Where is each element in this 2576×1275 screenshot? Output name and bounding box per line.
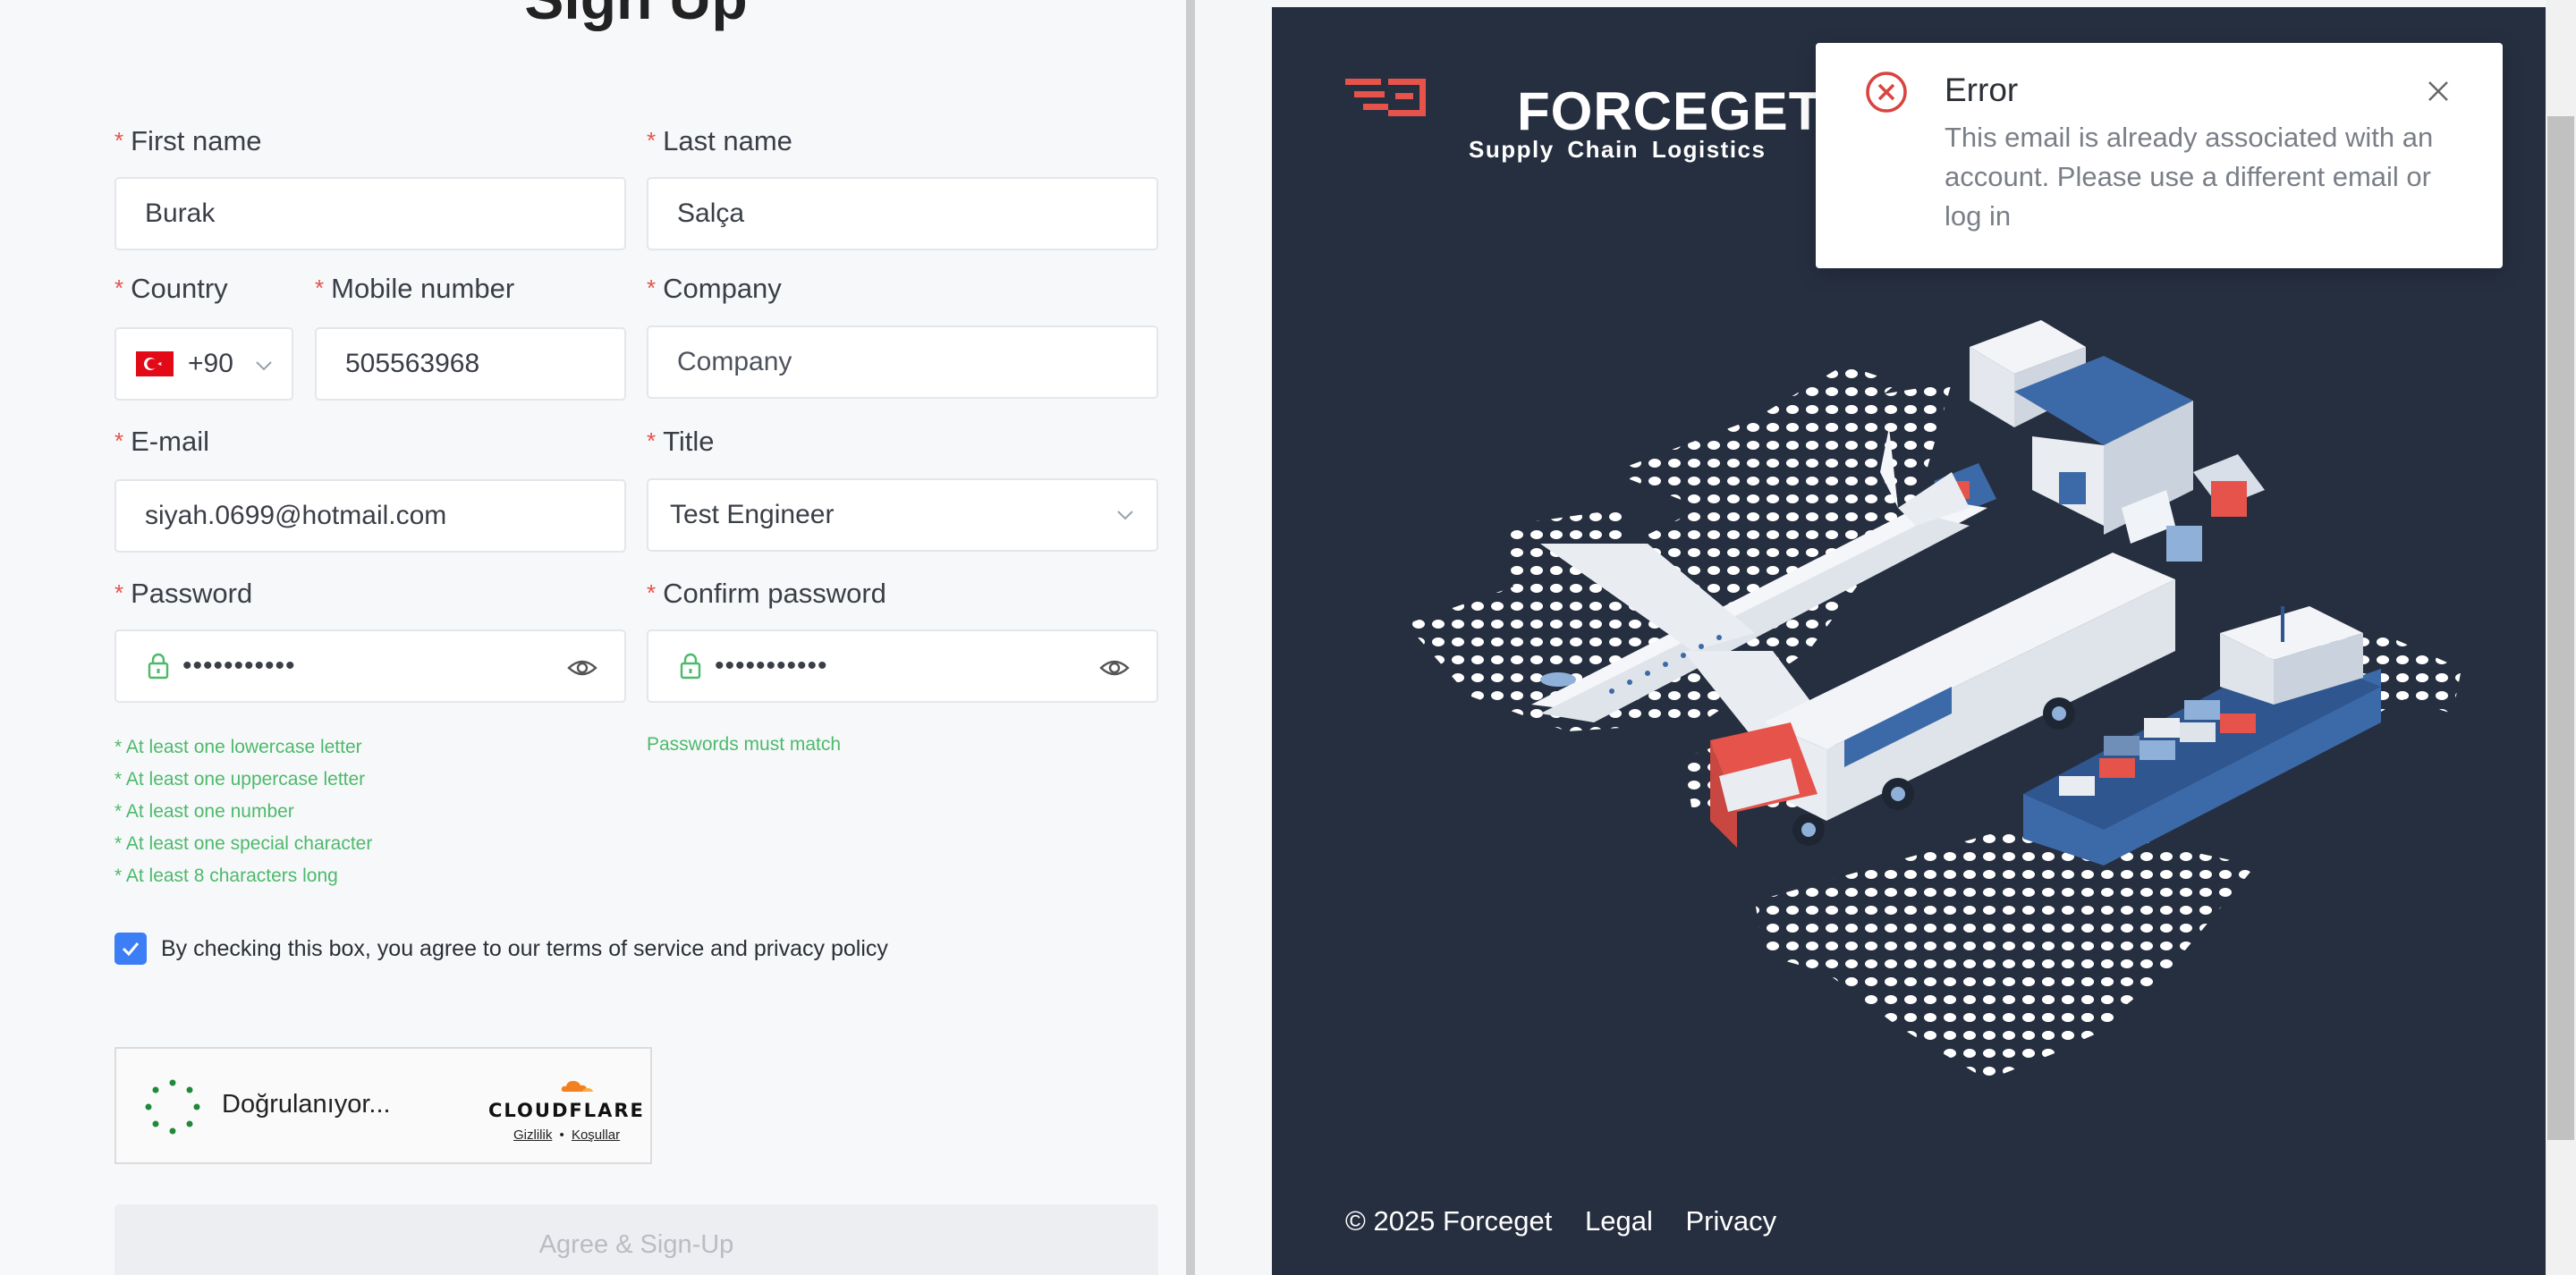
footer-privacy-link[interactable]: Privacy <box>1685 1205 1776 1237</box>
password-hint: * At least one number <box>114 801 294 822</box>
close-icon[interactable] <box>2426 79 2451 104</box>
turkey-flag-icon <box>136 351 174 376</box>
terms-checkbox[interactable] <box>114 933 147 965</box>
eye-icon[interactable] <box>567 654 597 681</box>
email-label: * E-mail <box>114 426 209 457</box>
eye-icon[interactable] <box>1099 654 1130 681</box>
company-input[interactable]: Company <box>647 325 1158 399</box>
required-asterisk: * <box>647 579 657 606</box>
toast-message: This email is already associated with an… <box>1945 122 2434 232</box>
agree-signup-button[interactable]: Agree & Sign-Up <box>114 1204 1158 1275</box>
required-asterisk: * <box>114 579 124 606</box>
required-asterisk: * <box>114 274 124 301</box>
mobile-number-label: * Mobile number <box>315 273 515 304</box>
cloudflare-captcha[interactable]: Doğrulanıyor... CLOUDFLARE Gizlilik • Ko… <box>114 1047 652 1164</box>
last-name-label: * Last name <box>647 125 792 156</box>
captcha-status: Doğrulanıyor... <box>222 1090 391 1119</box>
lock-icon <box>148 653 169 680</box>
last-name-input[interactable]: Salça <box>647 177 1158 250</box>
password-input[interactable]: ••••••••••• <box>114 629 626 703</box>
required-asterisk: * <box>114 427 124 454</box>
captcha-links: Gizlilik • Koşullar <box>513 1127 621 1143</box>
confirm-password-hint: Passwords must match <box>647 734 842 755</box>
password-hint: * At least one uppercase letter <box>114 769 366 789</box>
lock-icon <box>680 653 701 680</box>
mobile-number-input[interactable]: 505563968 <box>315 327 626 401</box>
company-label: * Company <box>647 273 782 304</box>
error-circle-icon <box>1866 72 1907 113</box>
chevron-down-icon <box>1117 511 1133 520</box>
title-select[interactable]: Test Engineer <box>647 478 1158 552</box>
password-label: * Password <box>114 578 253 609</box>
captcha-terms-link[interactable]: Koşullar <box>572 1127 620 1143</box>
panel-divider <box>1186 0 1195 1275</box>
check-icon <box>122 942 140 957</box>
cloudflare-brand: CLOUDFLARE <box>488 1100 645 1121</box>
confirm-password-label: * Confirm password <box>647 578 886 609</box>
required-asterisk: * <box>647 274 657 301</box>
password-hint: * At least 8 characters long <box>114 865 338 886</box>
error-toast: Error This email is already associated w… <box>1816 43 2503 268</box>
password-hint: * At least one special character <box>114 833 373 854</box>
terms-consent-text: By checking this box, you agree to our t… <box>161 935 888 961</box>
captcha-privacy-link[interactable]: Gizlilik <box>513 1127 552 1143</box>
required-asterisk: * <box>315 274 325 301</box>
toast-title: Error <box>1945 72 2019 108</box>
page-title: Sign Up <box>0 0 1186 32</box>
first-name-input[interactable]: Burak <box>114 177 626 250</box>
terms-consent[interactable]: By checking this box, you agree to our t… <box>114 933 888 965</box>
required-asterisk: * <box>647 127 657 154</box>
cloudflare-cloud-icon <box>561 1081 593 1092</box>
country-label: * Country <box>114 273 228 304</box>
required-asterisk: * <box>114 127 124 154</box>
footer-legal-link[interactable]: Legal <box>1585 1205 1653 1237</box>
first-name-label: * First name <box>114 125 262 156</box>
warehouse-graphic <box>1934 320 2265 562</box>
scrollbar-thumb[interactable] <box>2547 116 2574 1140</box>
signup-form-panel: Sign Up *First name Burak *Last name Sal… <box>0 0 1186 1275</box>
email-input[interactable]: siyah.0699@hotmail.com <box>114 479 626 553</box>
chevron-down-icon <box>256 361 272 371</box>
spinner-icon <box>145 1079 200 1135</box>
country-code-select[interactable]: +90 <box>114 327 293 401</box>
password-hint: * At least one lowercase letter <box>114 737 362 757</box>
brand-footer: © 2025 Forceget Legal Privacy <box>1345 1205 1801 1237</box>
required-asterisk: * <box>647 427 657 454</box>
confirm-password-input[interactable]: ••••••••••• <box>647 629 1158 703</box>
vertical-scrollbar[interactable] <box>2546 0 2576 1275</box>
footer-copyright: © 2025 Forceget <box>1345 1205 1553 1237</box>
title-label: * Title <box>647 426 715 457</box>
